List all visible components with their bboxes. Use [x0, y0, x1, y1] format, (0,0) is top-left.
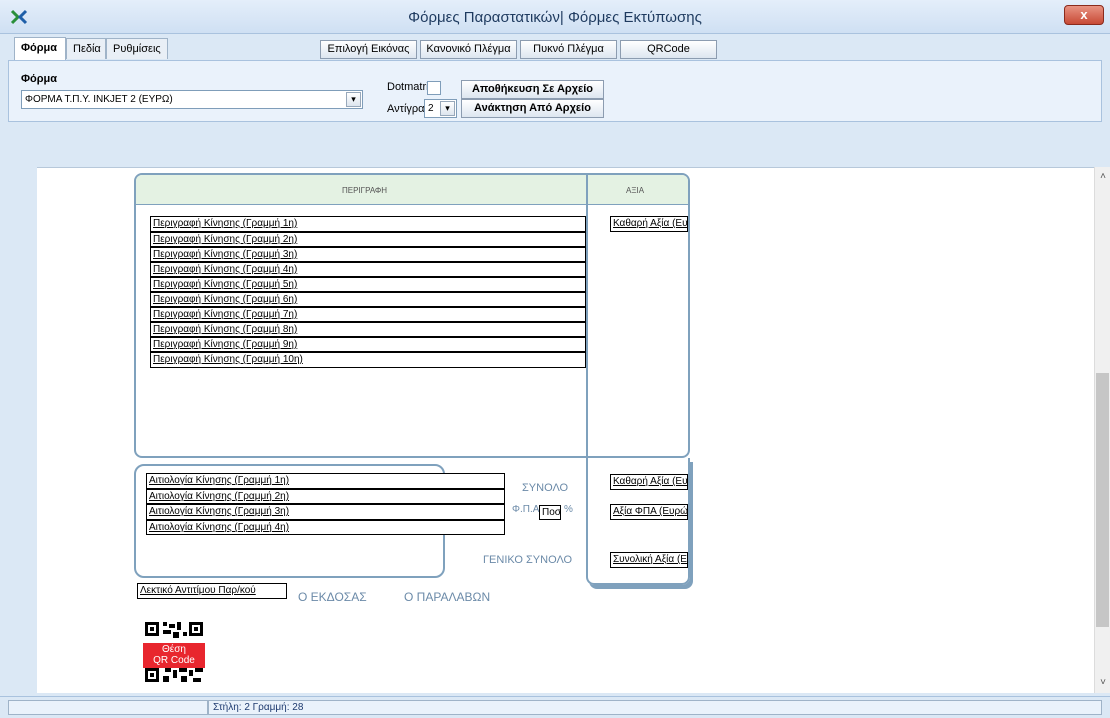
total-net-field[interactable]: Καθαρή Αξία (Ευρώ) [610, 474, 688, 490]
subtotal-label: ΣΥΝΟΛΟ [522, 482, 569, 494]
tab-settings[interactable]: Ρυθμίσεις [106, 38, 168, 59]
form-settings-panel: Φόρμα ΦΟΡΜΑ Τ.Π.Υ. INKJET 2 (ΕΥΡΩ) ▾ Dot… [8, 60, 1102, 122]
title-bar: Φόρμες Παραστατικών| Φόρμες Εκτύπωσης x [0, 0, 1110, 34]
close-button[interactable]: x [1064, 5, 1104, 25]
line-item-field[interactable]: Περιγραφή Κίνησης (Γραμμή 9η) [150, 337, 586, 352]
copies-select-value: 2 [428, 103, 434, 114]
vat-percent-field[interactable]: Ποσ [539, 505, 561, 520]
vertical-scrollbar[interactable]: ˄ ˅ [1094, 167, 1110, 693]
line-item-field[interactable]: Περιγραφή Κίνησης (Γραμμή 8η) [150, 322, 586, 337]
qr-label-line1: Θέση [162, 644, 186, 655]
line-item-field[interactable]: Περιγραφή Κίνησης (Γραμμή 6η) [150, 292, 586, 307]
grand-total-label: ΓΕΝΙΚΟ ΣΥΝΟΛΟ [483, 554, 573, 566]
line-item-field[interactable]: Περιγραφή Κίνησης (Γραμμή 5η) [150, 277, 586, 292]
reason-line-field[interactable]: Αιτιολογία Κίνησης (Γραμμή 1η) [146, 473, 505, 489]
column-divider [586, 175, 588, 456]
canvas-left-gutter [0, 167, 37, 693]
qr-label-line2: QR Code [153, 655, 195, 666]
line-item-field[interactable]: Περιγραφή Κίνησης (Γραμμή 2η) [150, 232, 586, 247]
reason-line-field[interactable]: Αιτιολογία Κίνησης (Γραμμή 2η) [146, 489, 505, 504]
reason-line-field[interactable]: Αιτιολογία Κίνησης (Γραμμή 4η) [146, 520, 505, 535]
window-title: Φόρμες Παραστατικών| Φόρμες Εκτύπωσης [408, 9, 702, 26]
scroll-thumb[interactable] [1096, 373, 1109, 627]
vat-label: Φ.Π.Α [512, 504, 540, 515]
line-item-field[interactable]: Περιγραφή Κίνησης (Γραμμή 3η) [150, 247, 586, 262]
chevron-down-icon[interactable]: ▾ [346, 92, 361, 107]
status-bar: Στήλη: 2 Γραμμή: 28 [0, 696, 1110, 718]
status-cell-empty [8, 700, 208, 715]
qrcode-button[interactable]: QRCode [620, 40, 717, 59]
scroll-down-icon[interactable]: ˅ [1095, 675, 1110, 691]
line-item-field[interactable]: Περιγραφή Κίνησης (Γραμμή 4η) [150, 262, 586, 277]
percent-sign: % [564, 504, 573, 515]
reason-line-field[interactable]: Αιτιολογία Κίνησης (Γραμμή 3η) [146, 504, 505, 520]
tab-fields[interactable]: Πεδία [66, 38, 106, 59]
cursor-position: Στήλη: 2 Γραμμή: 28 [208, 700, 1102, 715]
line-item-field[interactable]: Περιγραφή Κίνησης (Γραμμή 7η) [150, 307, 586, 322]
value-header: ΑΞΙΑ [626, 186, 645, 195]
tab-form[interactable]: Φόρμα [14, 37, 66, 60]
save-to-file-button[interactable]: Αποθήκευση Σε Αρχείο [461, 80, 604, 99]
dotmatrix-checkbox[interactable] [427, 81, 441, 95]
total-value-field[interactable]: Συνολική Αξία (Ευρώ) [610, 552, 688, 568]
amount-in-words-field[interactable]: Λεκτικό Αντιτίμου Παρ/κού [137, 583, 287, 599]
select-image-button[interactable]: Επιλογή Εικόνας [320, 40, 417, 59]
line-items-header [136, 175, 688, 205]
scroll-up-icon[interactable]: ˄ [1095, 169, 1110, 185]
description-header: ΠΕΡΙΓΡΑΦΗ [342, 186, 388, 195]
vat-value-field[interactable]: Αξία ΦΠΑ (Ευρώ) [610, 504, 688, 520]
issuer-label: Ο ΕΚΔΟΣΑΣ [298, 590, 367, 604]
load-from-file-button[interactable]: Ανάκτηση Από Αρχείο [461, 99, 604, 118]
receiver-label: Ο ΠΑΡΑΛΑΒΩΝ [404, 590, 491, 604]
net-value-field[interactable]: Καθαρή Αξία (Ευρώ) [610, 216, 688, 232]
form-select-value: ΦΟΡΜΑ Τ.Π.Υ. INKJET 2 (ΕΥΡΩ) [25, 94, 173, 105]
qr-position-label: Θέση QR Code [143, 643, 205, 668]
chevron-down-icon[interactable]: ▾ [440, 101, 455, 116]
form-select[interactable]: ΦΟΡΜΑ Τ.Π.Υ. INKJET 2 (ΕΥΡΩ) ▾ [21, 90, 363, 109]
dense-grid-button[interactable]: Πυκνό Πλέγμα [520, 40, 617, 59]
line-item-field[interactable]: Περιγραφή Κίνησης (Γραμμή 1η) [150, 216, 586, 232]
copies-select[interactable]: 2 ▾ [424, 99, 457, 118]
normal-grid-button[interactable]: Κανονικό Πλέγμα [420, 40, 517, 59]
line-item-field[interactable]: Περιγραφή Κίνησης (Γραμμή 10η) [150, 352, 586, 368]
tab-row: Φόρμα Πεδία Ρυθμίσεις Επιλογή Εικόνας Κα… [0, 34, 1110, 60]
form-label: Φόρμα [21, 73, 58, 85]
